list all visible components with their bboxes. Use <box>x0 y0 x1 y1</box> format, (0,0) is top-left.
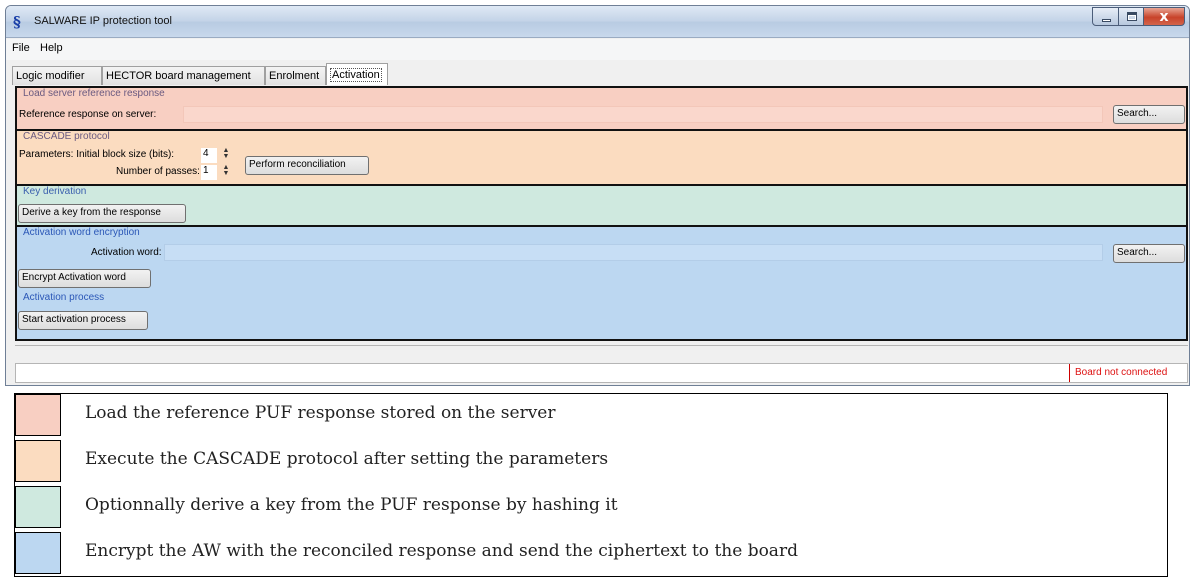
tab-activation[interactable]: Activation <box>326 63 388 85</box>
maximize-button[interactable] <box>1118 7 1144 26</box>
key-derivation-title: Key derivation <box>23 186 87 197</box>
legend-text-activation: Encrypt the AW with the reconciled respo… <box>85 541 798 561</box>
close-button[interactable]: x <box>1143 7 1185 26</box>
legend-item: Optionnally derive a key from the PUF re… <box>15 486 1167 532</box>
passes-input[interactable]: 1 <box>201 165 217 180</box>
maximize-icon <box>1127 12 1137 21</box>
search-reference-button[interactable]: Search... <box>1113 105 1185 124</box>
encrypt-activation-word-button[interactable]: Encrypt Activation word <box>18 269 151 288</box>
tab-activation-label: Activation <box>330 68 382 82</box>
block-size-label: Parameters: Initial block size (bits): <box>19 149 175 160</box>
menu-help[interactable]: Help <box>40 42 63 54</box>
legend-text-load: Load the reference PUF response stored o… <box>85 403 556 423</box>
legend-item: Execute the CASCADE protocol after setti… <box>15 440 1167 486</box>
cascade-panel: CASCADE protocol Parameters: Initial blo… <box>15 129 1188 186</box>
tab-strip: Logic modifier HECTOR board management E… <box>6 63 1189 85</box>
tab-hector-board-management[interactable]: HECTOR board management <box>102 66 265 85</box>
tab-enrolment[interactable]: Enrolment <box>265 66 326 85</box>
activation-word-label: Activation word: <box>91 247 162 258</box>
tab-logic-modifier[interactable]: Logic modifier <box>12 66 102 85</box>
activation-process-title: Activation process <box>23 292 105 303</box>
legend-swatch-key <box>15 486 61 528</box>
reference-response-label: Reference response on server: <box>19 109 157 120</box>
menu-file[interactable]: File <box>12 42 30 54</box>
window-title: SALWARE IP protection tool <box>34 15 172 27</box>
legend-text-cascade: Execute the CASCADE protocol after setti… <box>85 449 609 469</box>
block-size-stepper-icon[interactable]: ▲ ▼ <box>221 147 231 161</box>
perform-reconciliation-button[interactable]: Perform reconciliation <box>245 156 369 175</box>
block-size-input[interactable]: 4 <box>201 148 217 163</box>
key-derivation-panel: Key derivation Derive a key from the res… <box>15 184 1188 227</box>
passes-label: Number of passes: <box>116 166 200 177</box>
board-status-label: Board not connected <box>1069 364 1187 382</box>
passes-stepper-icon[interactable]: ▲ ▼ <box>221 164 231 178</box>
title-bar[interactable]: § SALWARE IP protection tool x <box>6 6 1189 38</box>
cascade-title: CASCADE protocol <box>23 131 110 142</box>
minimize-button[interactable] <box>1092 7 1119 26</box>
legend-swatch-activation <box>15 532 61 574</box>
app-logo-icon: § <box>13 13 21 31</box>
divider <box>15 345 1188 358</box>
activation-panel: Activation word encryption Activation wo… <box>15 225 1188 341</box>
legend-text-key: Optionnally derive a key from the PUF re… <box>85 495 618 515</box>
load-reference-panel: Load server reference response Reference… <box>15 86 1188 131</box>
start-activation-button[interactable]: Start activation process <box>18 311 148 330</box>
reference-response-field[interactable] <box>183 106 1103 123</box>
activation-word-field[interactable] <box>164 244 1103 261</box>
legend-swatch-load <box>15 394 61 436</box>
search-activation-word-button[interactable]: Search... <box>1113 244 1185 263</box>
status-bar: Board not connected <box>15 363 1188 383</box>
legend-swatch-cascade <box>15 440 61 482</box>
menu-bar: File Help <box>6 39 1189 60</box>
load-reference-title: Load server reference response <box>23 88 165 99</box>
legend-item: Encrypt the AW with the reconciled respo… <box>15 532 1167 578</box>
close-icon: x <box>1159 9 1169 25</box>
activation-word-title: Activation word encryption <box>23 227 140 238</box>
legend-item: Load the reference PUF response stored o… <box>15 394 1167 440</box>
legend: Load the reference PUF response stored o… <box>14 393 1168 577</box>
derive-key-button[interactable]: Derive a key from the response <box>18 204 186 223</box>
minimize-icon <box>1102 19 1111 22</box>
app-window: § SALWARE IP protection tool x File Help… <box>5 5 1190 386</box>
